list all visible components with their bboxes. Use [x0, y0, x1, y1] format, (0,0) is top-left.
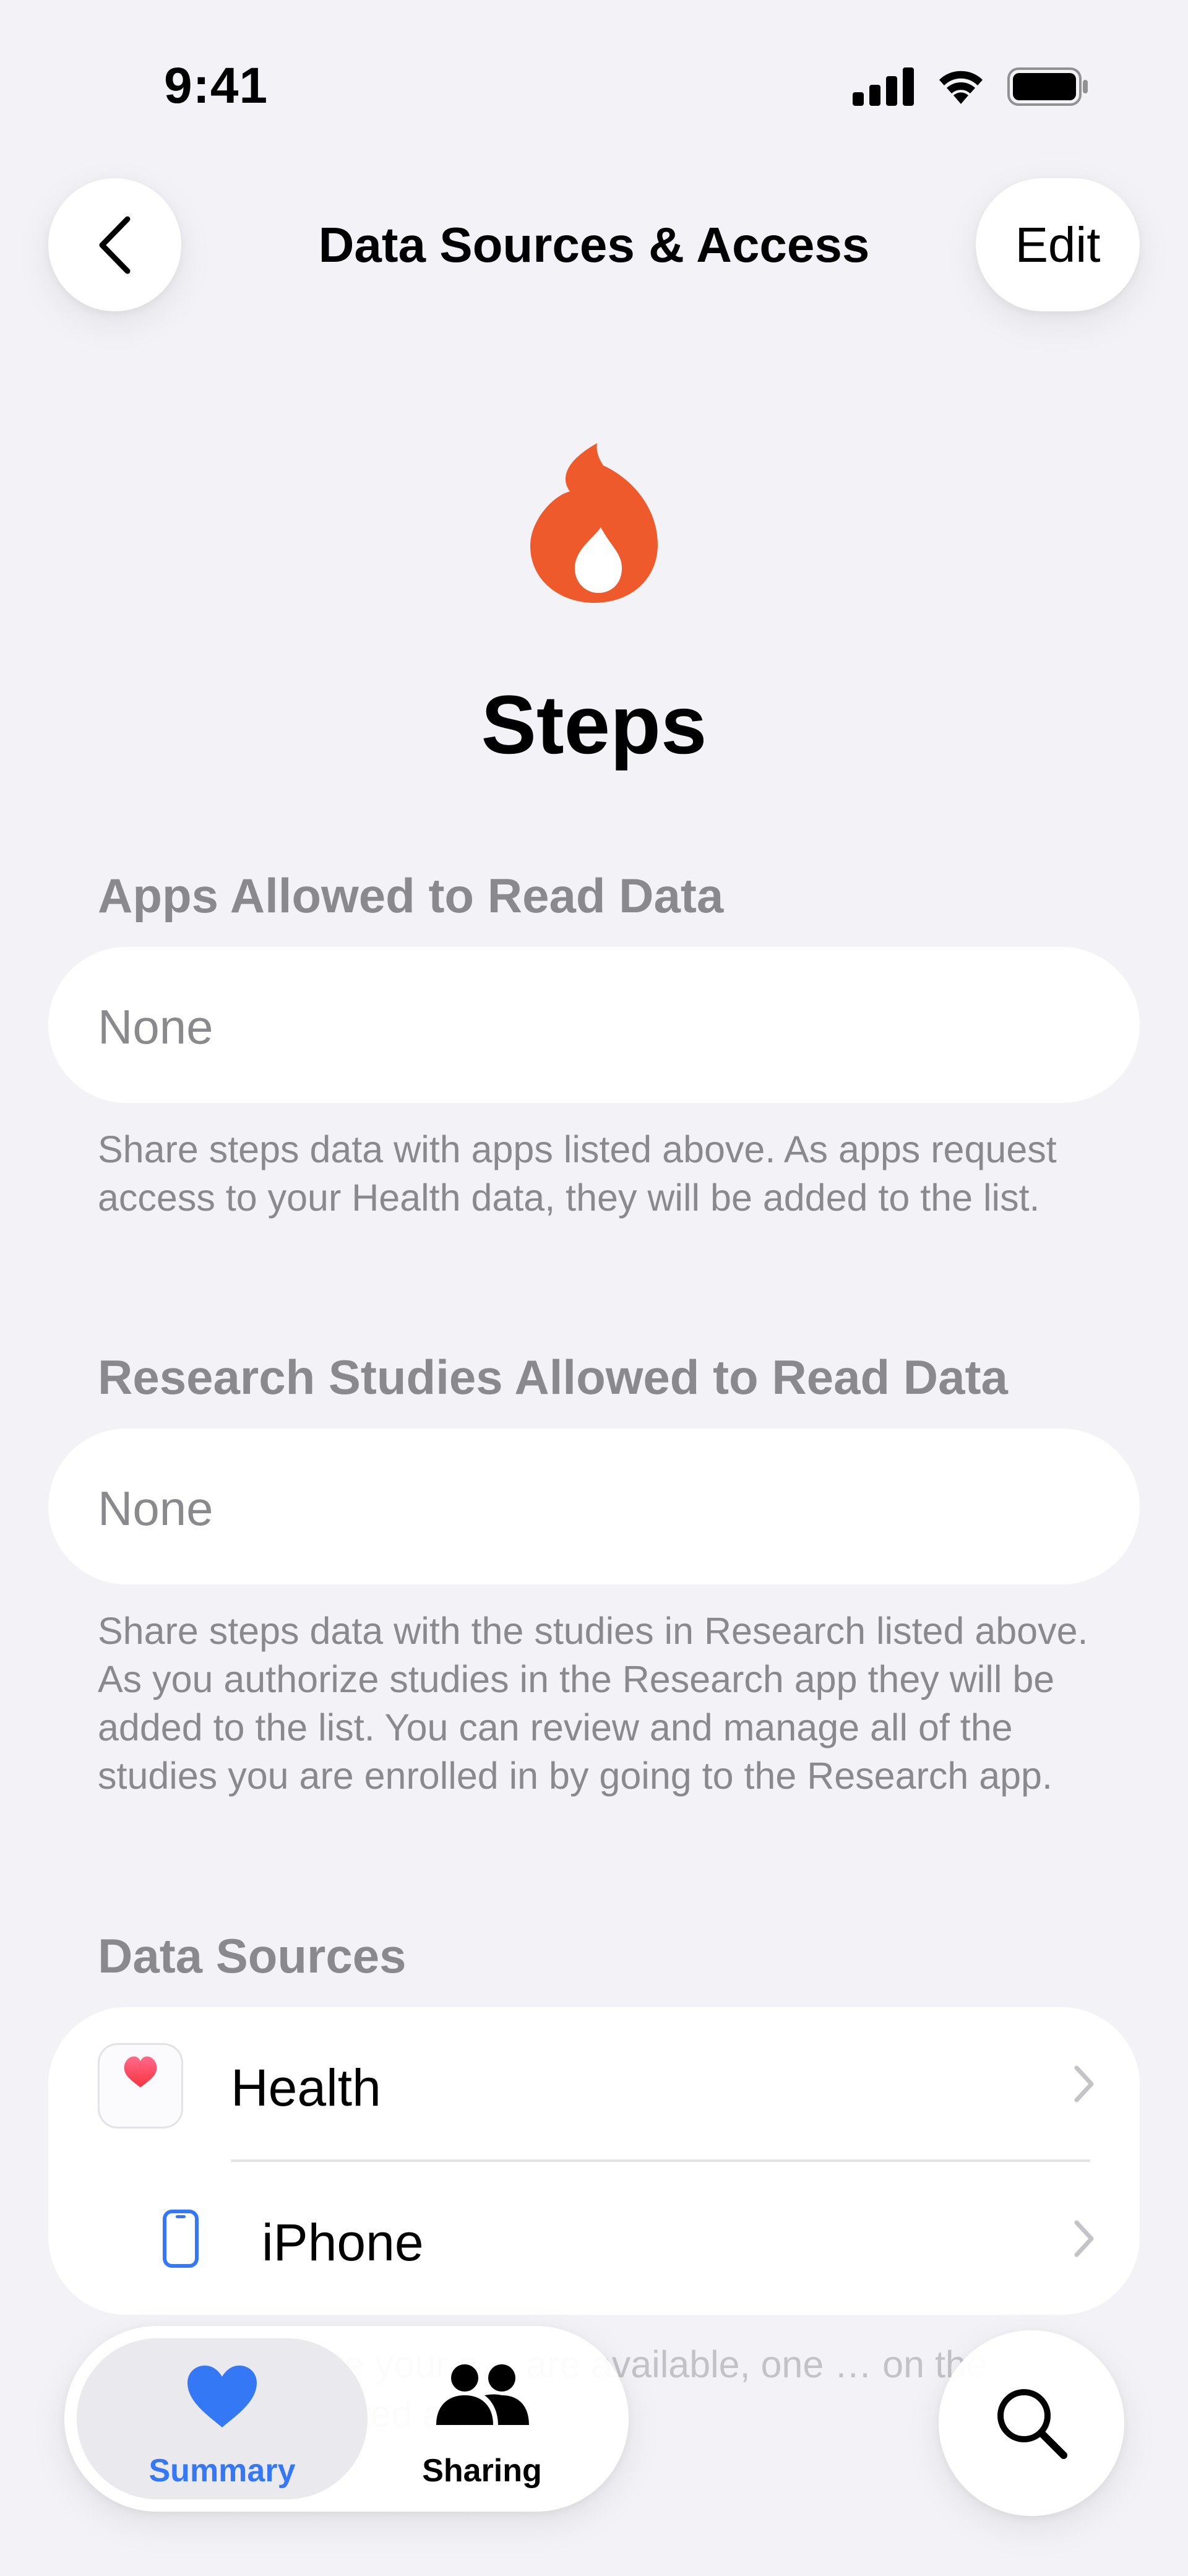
flame-icon — [530, 443, 658, 603]
tab-label: Sharing — [422, 2453, 542, 2489]
edit-button[interactable]: Edit — [976, 178, 1140, 311]
battery-icon — [1007, 67, 1088, 106]
heart-icon — [187, 2366, 257, 2427]
research-allowed-value: None — [98, 1481, 213, 1536]
status-icons — [853, 67, 1089, 106]
apps-section-header: Apps Allowed to Read Data — [98, 868, 724, 923]
research-section-footer: Share steps data with the studies in Res… — [98, 1610, 1088, 1797]
tab-summary[interactable]: Summary — [77, 2338, 368, 2499]
data-source-label: Health — [231, 2059, 381, 2117]
page-title: Steps — [481, 679, 707, 771]
health-app-icon — [98, 2043, 183, 2129]
data-source-row-health[interactable]: Health — [48, 2007, 1140, 2161]
wifi-icon — [939, 71, 983, 104]
research-allowed-card: None — [48, 1428, 1140, 1584]
tab-bar: Summary Sharing — [64, 2326, 629, 2512]
data-sources-card: Health iPhone — [48, 2007, 1140, 2315]
chevron-right-icon — [1074, 2065, 1094, 2103]
status-time: 9:41 — [164, 58, 269, 114]
tab-label: Summary — [148, 2453, 296, 2489]
apps-section-footer: Share steps data with apps listed above.… — [98, 1128, 1057, 1219]
tab-sharing[interactable]: Sharing — [337, 2338, 627, 2499]
chevron-right-icon — [1074, 2220, 1094, 2257]
apps-allowed-card: None — [48, 947, 1140, 1103]
apps-allowed-value: None — [98, 1000, 213, 1054]
search-icon — [997, 2389, 1067, 2459]
people-icon — [436, 2364, 529, 2425]
research-section-header: Research Studies Allowed to Read Data — [98, 1350, 1008, 1404]
data-sources-header: Data Sources — [98, 1929, 407, 1983]
status-bar: 9:41 — [0, 0, 1188, 167]
data-source-label: iPhone — [262, 2213, 424, 2271]
screen: 9:41 Data Sources & Access Edit Steps Ap… — [0, 0, 1188, 2576]
search-button[interactable] — [939, 2330, 1124, 2516]
data-source-row-iphone[interactable]: iPhone — [48, 2162, 1140, 2315]
cellular-signal-icon — [853, 67, 914, 106]
iphone-icon — [163, 2210, 199, 2268]
